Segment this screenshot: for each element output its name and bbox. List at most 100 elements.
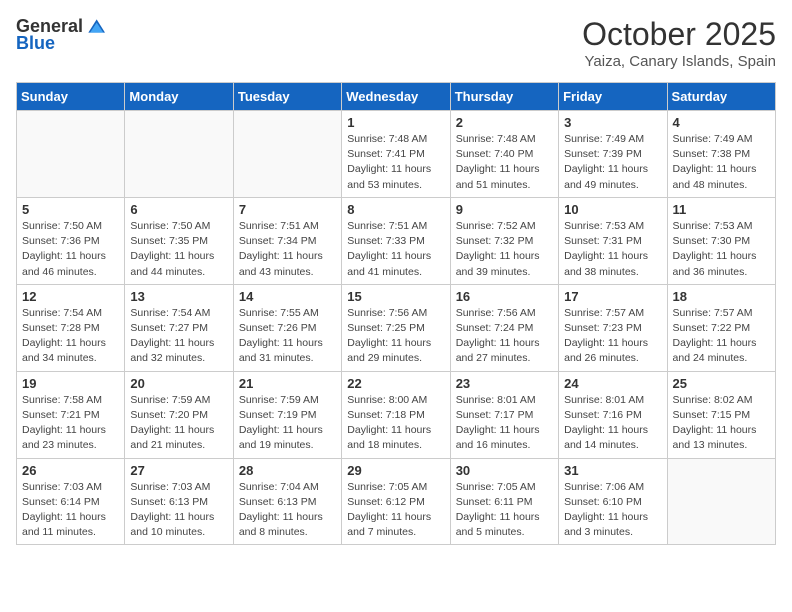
table-row: 18 Sunrise: 7:57 AM Sunset: 7:22 PM Dayli… [667, 284, 775, 371]
table-row: 16Sunrise: 7:56 AM Sunset: 7:24 PM Dayli… [450, 284, 558, 371]
table-row: 3 Sunrise: 7:49 AM Sunset: 7:39 PM Daylig… [559, 111, 667, 198]
day-detail: Sunrise: 7:04 AM Sunset: 6:13 PM Dayligh… [239, 480, 336, 541]
header-monday: Monday [125, 83, 233, 111]
day-number: 1 [347, 115, 444, 130]
calendar-location: Yaiza, Canary Islands, Spain [582, 53, 776, 70]
table-row [17, 111, 125, 198]
day-detail: Sunrise: 7:48 AM Sunset: 7:40 PM Dayligh… [456, 132, 553, 193]
table-row: 17Sunrise: 7:57 AM Sunset: 7:23 PM Dayli… [559, 284, 667, 371]
header-saturday: Saturday [667, 83, 775, 111]
table-row: 6 Sunrise: 7:50 AM Sunset: 7:35 PM Daylig… [125, 197, 233, 284]
table-row: 26 Sunrise: 7:03 AM Sunset: 6:14 PM Dayli… [17, 458, 125, 545]
table-row: 27Sunrise: 7:03 AM Sunset: 6:13 PM Dayli… [125, 458, 233, 545]
day-number: 23 [456, 376, 553, 391]
day-number: 15 [347, 289, 444, 304]
day-detail: Sunrise: 7:53 AM Sunset: 7:31 PM Dayligh… [564, 219, 661, 280]
calendar-week-row: 26 Sunrise: 7:03 AM Sunset: 6:14 PM Dayli… [17, 458, 776, 545]
day-detail: Sunrise: 7:59 AM Sunset: 7:19 PM Dayligh… [239, 393, 336, 454]
day-detail: Sunrise: 7:51 AM Sunset: 7:34 PM Dayligh… [239, 219, 336, 280]
day-detail: Sunrise: 7:57 AM Sunset: 7:22 PM Dayligh… [673, 306, 770, 367]
day-number: 9 [456, 202, 553, 217]
header-thursday: Thursday [450, 83, 558, 111]
table-row: 14Sunrise: 7:55 AM Sunset: 7:26 PM Dayli… [233, 284, 341, 371]
day-detail: Sunrise: 7:06 AM Sunset: 6:10 PM Dayligh… [564, 480, 661, 541]
day-number: 22 [347, 376, 444, 391]
table-row: 28 Sunrise: 7:04 AM Sunset: 6:13 PM Dayli… [233, 458, 341, 545]
header-wednesday: Wednesday [342, 83, 450, 111]
day-number: 4 [673, 115, 770, 130]
page-header: General Blue October 2025 Yaiza, Canary … [16, 16, 776, 70]
day-number: 14 [239, 289, 336, 304]
day-number: 8 [347, 202, 444, 217]
header-sunday: Sunday [17, 83, 125, 111]
table-row: 21 Sunrise: 7:59 AM Sunset: 7:19 PM Dayli… [233, 371, 341, 458]
day-detail: Sunrise: 7:56 AM Sunset: 7:25 PM Dayligh… [347, 306, 444, 367]
day-detail: Sunrise: 7:59 AM Sunset: 7:20 PM Dayligh… [130, 393, 227, 454]
calendar-title: October 2025 [582, 16, 776, 53]
table-row: 13 Sunrise: 7:54 AM Sunset: 7:27 PM Dayli… [125, 284, 233, 371]
day-number: 13 [130, 289, 227, 304]
day-detail: Sunrise: 8:01 AM Sunset: 7:17 PM Dayligh… [456, 393, 553, 454]
day-detail: Sunrise: 7:05 AM Sunset: 6:11 PM Dayligh… [456, 480, 553, 541]
calendar-week-row: 19 Sunrise: 7:58 AM Sunset: 7:21 PM Dayli… [17, 371, 776, 458]
title-block: October 2025 Yaiza, Canary Islands, Spai… [582, 16, 776, 70]
day-detail: Sunrise: 7:50 AM Sunset: 7:36 PM Dayligh… [22, 219, 119, 280]
table-row: 30 Sunrise: 7:05 AM Sunset: 6:11 PM Dayli… [450, 458, 558, 545]
table-row: 7 Sunrise: 7:51 AM Sunset: 7:34 PM Daylig… [233, 197, 341, 284]
day-number: 21 [239, 376, 336, 391]
day-detail: Sunrise: 8:01 AM Sunset: 7:16 PM Dayligh… [564, 393, 661, 454]
table-row: 19 Sunrise: 7:58 AM Sunset: 7:21 PM Dayli… [17, 371, 125, 458]
day-detail: Sunrise: 7:49 AM Sunset: 7:38 PM Dayligh… [673, 132, 770, 193]
table-row: 20 Sunrise: 7:59 AM Sunset: 7:20 PM Dayli… [125, 371, 233, 458]
header-friday: Friday [559, 83, 667, 111]
day-number: 11 [673, 202, 770, 217]
day-detail: Sunrise: 7:54 AM Sunset: 7:27 PM Dayligh… [130, 306, 227, 367]
table-row: 9Sunrise: 7:52 AM Sunset: 7:32 PM Daylig… [450, 197, 558, 284]
table-row: 29 Sunrise: 7:05 AM Sunset: 6:12 PM Dayli… [342, 458, 450, 545]
calendar-header-row: Sunday Monday Tuesday Wednesday Thursday… [17, 83, 776, 111]
header-tuesday: Tuesday [233, 83, 341, 111]
day-number: 18 [673, 289, 770, 304]
table-row: 22Sunrise: 8:00 AM Sunset: 7:18 PM Dayli… [342, 371, 450, 458]
day-detail: Sunrise: 7:03 AM Sunset: 6:14 PM Dayligh… [22, 480, 119, 541]
day-number: 5 [22, 202, 119, 217]
calendar-week-row: 12Sunrise: 7:54 AM Sunset: 7:28 PM Dayli… [17, 284, 776, 371]
day-detail: Sunrise: 7:53 AM Sunset: 7:30 PM Dayligh… [673, 219, 770, 280]
day-detail: Sunrise: 7:51 AM Sunset: 7:33 PM Dayligh… [347, 219, 444, 280]
day-number: 3 [564, 115, 661, 130]
table-row [233, 111, 341, 198]
day-number: 24 [564, 376, 661, 391]
table-row: 8 Sunrise: 7:51 AM Sunset: 7:33 PM Daylig… [342, 197, 450, 284]
day-number: 10 [564, 202, 661, 217]
day-number: 31 [564, 463, 661, 478]
table-row: 10 Sunrise: 7:53 AM Sunset: 7:31 PM Dayli… [559, 197, 667, 284]
day-number: 26 [22, 463, 119, 478]
table-row: 4 Sunrise: 7:49 AM Sunset: 7:38 PM Daylig… [667, 111, 775, 198]
day-number: 2 [456, 115, 553, 130]
day-number: 28 [239, 463, 336, 478]
logo: General Blue [16, 16, 105, 52]
day-number: 6 [130, 202, 227, 217]
table-row: 2 Sunrise: 7:48 AM Sunset: 7:40 PM Daylig… [450, 111, 558, 198]
table-row: 15 Sunrise: 7:56 AM Sunset: 7:25 PM Dayli… [342, 284, 450, 371]
day-number: 19 [22, 376, 119, 391]
day-detail: Sunrise: 7:50 AM Sunset: 7:35 PM Dayligh… [130, 219, 227, 280]
table-row: 5 Sunrise: 7:50 AM Sunset: 7:36 PM Daylig… [17, 197, 125, 284]
day-number: 17 [564, 289, 661, 304]
day-number: 20 [130, 376, 227, 391]
day-detail: Sunrise: 7:05 AM Sunset: 6:12 PM Dayligh… [347, 480, 444, 541]
table-row: 24 Sunrise: 8:01 AM Sunset: 7:16 PM Dayli… [559, 371, 667, 458]
table-row: 1Sunrise: 7:48 AM Sunset: 7:41 PM Daylig… [342, 111, 450, 198]
day-detail: Sunrise: 7:58 AM Sunset: 7:21 PM Dayligh… [22, 393, 119, 454]
day-detail: Sunrise: 7:49 AM Sunset: 7:39 PM Dayligh… [564, 132, 661, 193]
day-number: 7 [239, 202, 336, 217]
table-row: 12Sunrise: 7:54 AM Sunset: 7:28 PM Dayli… [17, 284, 125, 371]
logo-blue-text: Blue [16, 34, 105, 52]
day-number: 25 [673, 376, 770, 391]
calendar-table: Sunday Monday Tuesday Wednesday Thursday… [16, 82, 776, 545]
table-row: 31 Sunrise: 7:06 AM Sunset: 6:10 PM Dayli… [559, 458, 667, 545]
day-detail: Sunrise: 7:54 AM Sunset: 7:28 PM Dayligh… [22, 306, 119, 367]
day-number: 29 [347, 463, 444, 478]
day-number: 30 [456, 463, 553, 478]
table-row [125, 111, 233, 198]
